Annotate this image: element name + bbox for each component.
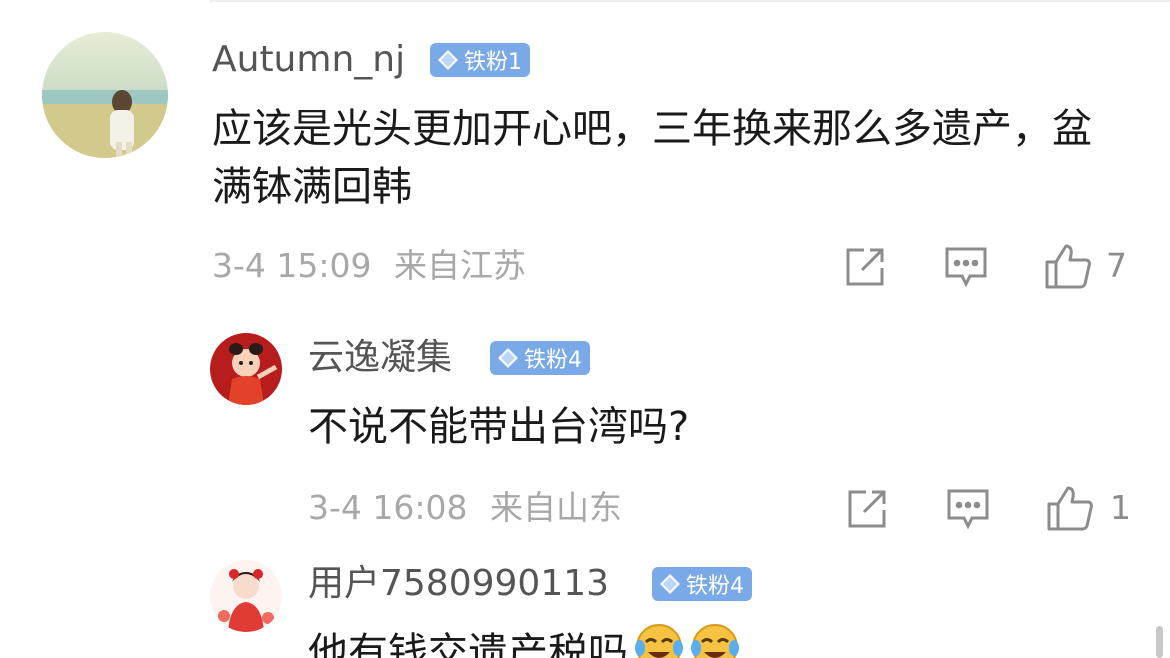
scrollbar[interactable]	[1156, 626, 1163, 658]
diamond-icon	[660, 574, 680, 594]
like-count: 7	[1106, 246, 1127, 285]
badge-label: 铁粉1	[464, 50, 522, 75]
timestamp: 3-4 16:08	[308, 488, 468, 527]
timestamp: 3-4 15:09	[212, 246, 372, 285]
diamond-icon	[498, 348, 518, 368]
fan-badge: 铁粉4	[490, 341, 590, 375]
thumbs-up-icon[interactable]	[1044, 242, 1092, 290]
avatar[interactable]	[42, 32, 168, 158]
location: 来自山东	[490, 488, 622, 527]
diamond-icon	[438, 50, 458, 70]
comment-meta: 3-4 16:08 来自山东	[308, 488, 622, 528]
fan-badge: 铁粉1	[430, 43, 530, 77]
location: 来自江苏	[394, 246, 526, 285]
avatar[interactable]	[210, 560, 282, 632]
fan-badge: 铁粉4	[652, 567, 752, 601]
avatar[interactable]	[210, 333, 282, 405]
comment-icon[interactable]	[944, 246, 988, 288]
username[interactable]: 用户7580990113	[308, 562, 609, 606]
comment-meta: 3-4 15:09 来自江苏	[212, 246, 526, 286]
comment-text: 应该是光头更加开心吧，三年换来那么多遗产，盆满钵满回韩	[212, 106, 1092, 210]
username[interactable]: Autumn_nj	[212, 38, 405, 82]
crying-laughing-emoji	[635, 624, 683, 658]
share-icon[interactable]	[846, 488, 888, 530]
divider	[210, 0, 1170, 2]
badge-label: 铁粉4	[524, 348, 582, 373]
share-icon[interactable]	[844, 246, 886, 288]
badge-label: 铁粉4	[686, 574, 744, 599]
comment-text-row: 他有钱交遗产税吗	[308, 622, 740, 658]
comment-text: 他有钱交遗产税吗	[308, 630, 628, 658]
crying-laughing-emoji	[691, 624, 739, 658]
comment-text: 不说不能带出台湾吗?	[308, 404, 690, 450]
username[interactable]: 云逸凝集	[308, 336, 452, 380]
comment-list: Autumn_nj 铁粉1 应该是光头更加开心吧，三年换来那么多遗产，盆满钵满回…	[0, 0, 1170, 658]
comment-icon[interactable]	[946, 488, 990, 530]
like-count: 1	[1110, 488, 1131, 527]
thumbs-up-icon[interactable]	[1046, 484, 1094, 532]
